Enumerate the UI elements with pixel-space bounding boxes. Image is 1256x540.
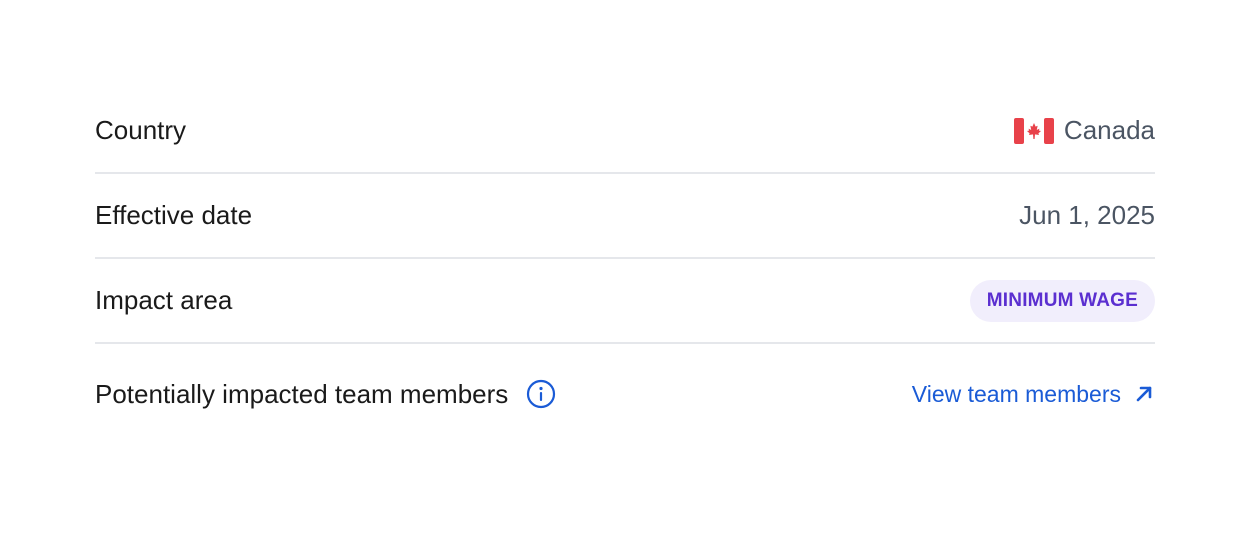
country-value-group: Canada xyxy=(1013,115,1155,146)
row-impact-area: Impact area MINIMUM WAGE xyxy=(95,259,1155,344)
arrow-up-right-icon xyxy=(1133,383,1155,405)
effective-date-label: Effective date xyxy=(95,200,253,230)
details-list: Country Canada Effective date Jun 1, 202… xyxy=(95,89,1155,444)
team-members-label: Potentially impacted team members xyxy=(95,378,509,409)
canada-flag-icon xyxy=(1013,117,1054,144)
view-team-members-link[interactable]: View team members xyxy=(912,381,1155,408)
effective-date-value: Jun 1, 2025 xyxy=(1019,200,1155,230)
impact-area-badge: MINIMUM WAGE xyxy=(969,279,1155,322)
row-country: Country Canada xyxy=(95,89,1155,174)
row-effective-date: Effective date Jun 1, 2025 xyxy=(95,174,1155,259)
impact-area-label: Impact area xyxy=(95,285,233,315)
row-team-members: Potentially impacted team members View t… xyxy=(95,344,1155,444)
view-team-members-label: View team members xyxy=(911,380,1121,407)
team-members-label-group: Potentially impacted team members xyxy=(95,379,556,410)
country-label: Country xyxy=(95,115,187,145)
country-value: Canada xyxy=(1063,115,1155,145)
info-icon[interactable] xyxy=(526,379,556,409)
